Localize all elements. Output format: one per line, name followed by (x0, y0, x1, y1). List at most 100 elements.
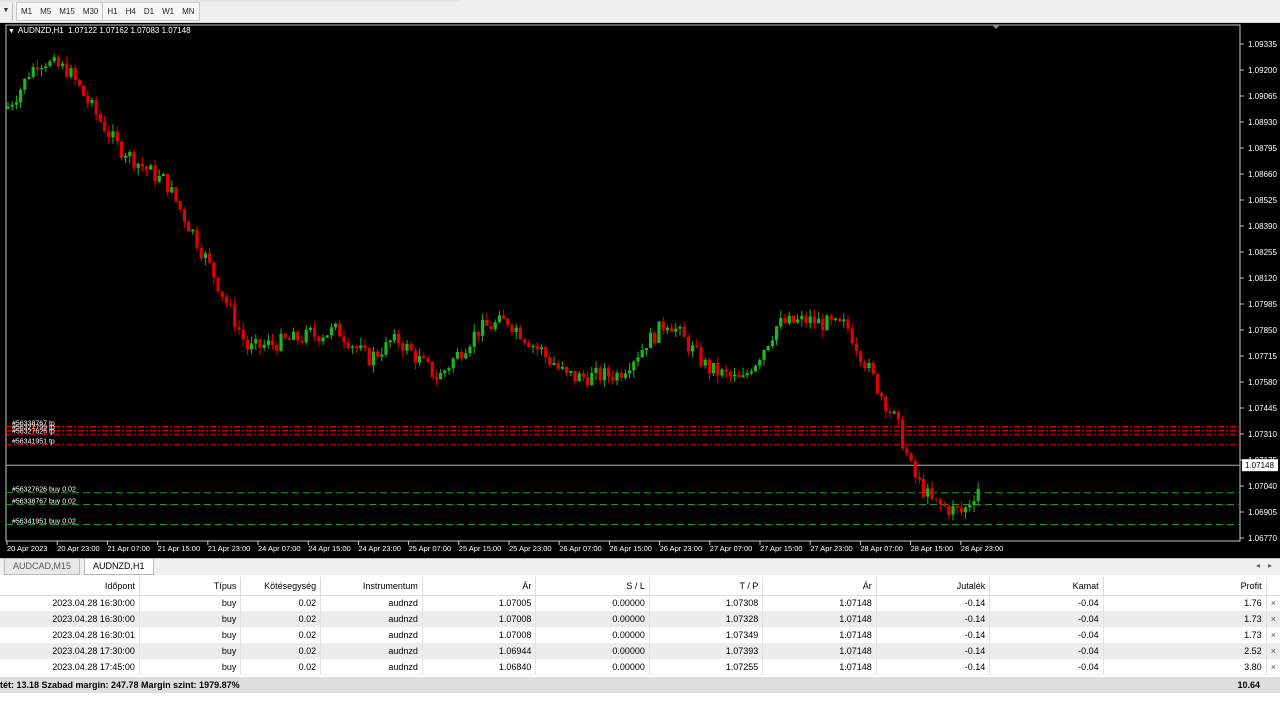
bull-candle (560, 366, 564, 369)
bull-candle (44, 66, 48, 69)
timeframe-button-m5[interactable]: M5 (36, 3, 55, 20)
col-profit[interactable]: Profit (1103, 577, 1267, 596)
cell-profit: 3.80 (1103, 659, 1267, 675)
position-row[interactable]: 2023.04.28 16:30:00 buy 0.02 audnzd 1.07008 0… (0, 611, 1280, 627)
bull-candle (321, 337, 325, 342)
price-axis-label: 1.07715 (1248, 352, 1277, 361)
cell-profit: 2.52 (1103, 643, 1267, 659)
bull-candle (157, 175, 161, 182)
bull-candle (733, 374, 737, 377)
bear-candle (695, 345, 699, 347)
bear-candle (930, 488, 934, 499)
timeframe-button-w1[interactable]: W1 (158, 3, 178, 20)
bear-candle (258, 339, 262, 348)
bear-candle (838, 318, 842, 322)
timeframe-button-m30[interactable]: M30 (79, 3, 103, 20)
tab-scroll-right-icon[interactable]: ▸ (1268, 561, 1272, 570)
price-axis-label: 1.08795 (1248, 144, 1277, 153)
bear-candle (829, 315, 833, 320)
chart-shift-marker-icon[interactable] (992, 25, 1000, 29)
cell-volume: 0.02 (240, 595, 322, 611)
bear-candle (245, 339, 249, 350)
close-position-icon[interactable]: × (1266, 627, 1280, 643)
col-volume[interactable]: Kötésegység (240, 577, 322, 596)
col-symbol[interactable]: Instrumentum (320, 577, 423, 596)
bear-candle (212, 262, 216, 278)
timeframe-button-d1[interactable]: D1 (140, 3, 158, 20)
chart-canvas[interactable]: 1.09335 1.09200 1.09065 1.08930 1.08795 1.086… (0, 23, 1280, 558)
position-row[interactable]: 2023.04.28 16:30:00 buy 0.02 audnzd 1.07005 0… (0, 595, 1280, 611)
bear-candle (661, 321, 665, 331)
chart-ohlc: 1.07122 1.07162 1.07083 1.07148 (68, 26, 191, 35)
col-commission[interactable]: Jutalék (876, 577, 991, 596)
cell-open-price: 1.06944 (422, 643, 537, 659)
bear-candle (728, 371, 732, 377)
bear-candle (913, 460, 917, 478)
timeframe-button-h4[interactable]: H4 (122, 3, 140, 20)
bull-candle (972, 501, 976, 506)
tab-audcad-m15[interactable]: AUDCAD,M15 (4, 559, 81, 575)
price-axis-label: 1.08525 (1248, 196, 1277, 205)
tab-scroll-left-icon[interactable]: ◂ (1256, 561, 1260, 570)
close-position-icon[interactable]: × (1266, 643, 1280, 659)
price-axis-label: 1.07310 (1248, 430, 1277, 439)
cell-tp: 1.07308 (649, 595, 764, 611)
bull-candle (31, 67, 35, 77)
col-sl[interactable]: S / L (535, 577, 650, 596)
timeframe-button-m15[interactable]: M15 (55, 3, 79, 20)
bull-candle (779, 317, 783, 327)
timeframe-button-h1[interactable]: H1 (102, 3, 121, 20)
toolbar-dropdown-arrow-icon[interactable]: ▼ (1, 3, 11, 19)
col-open-price[interactable]: Ár (422, 577, 537, 596)
bear-candle (119, 141, 123, 158)
bull-candle (623, 373, 627, 378)
bear-candle (699, 346, 703, 366)
bear-candle (220, 291, 224, 297)
timeframe-button-mn[interactable]: MN (178, 3, 198, 20)
close-position-icon[interactable]: × (1266, 659, 1280, 675)
close-position-icon[interactable]: × (1266, 611, 1280, 627)
price-axis-label: 1.07580 (1248, 378, 1277, 387)
cell-symbol: audnzd (320, 659, 423, 675)
bull-candle (493, 322, 497, 330)
cell-open-price: 1.07005 (422, 595, 537, 611)
chart-menu-triangle-icon[interactable]: ▼ (8, 28, 15, 35)
position-row[interactable]: 2023.04.28 16:30:01 buy 0.02 audnzd 1.07008 0… (0, 627, 1280, 643)
position-row[interactable]: 2023.04.28 17:30:00 buy 0.02 audnzd 1.06944 0… (0, 643, 1280, 659)
bull-candle (371, 351, 375, 366)
position-row[interactable]: 2023.04.28 17:45:00 buy 0.02 audnzd 1.06840 0… (0, 659, 1280, 675)
bear-candle (485, 319, 489, 326)
bull-candle (968, 505, 972, 508)
bull-candle (128, 152, 132, 156)
bull-candle (602, 368, 606, 381)
price-chart[interactable]: 1.09335 1.09200 1.09065 1.08930 1.08795 1.086… (0, 23, 1280, 558)
bull-candle (14, 102, 18, 105)
cell-tp: 1.07328 (649, 611, 764, 627)
col-type[interactable]: Típus (139, 577, 242, 596)
bull-candle (964, 507, 968, 513)
col-swap[interactable]: Kamat (989, 577, 1104, 596)
bull-candle (649, 332, 653, 349)
bear-candle (959, 507, 963, 513)
time-axis-label: 25 Apr 07:00 (409, 544, 452, 553)
col-current-price[interactable]: Ár (762, 577, 877, 596)
tab-audnzd-h1[interactable]: AUDNZD,H1 (84, 559, 154, 575)
bear-candle (166, 174, 170, 193)
bull-candle (455, 352, 459, 359)
bull-candle (762, 350, 766, 361)
bull-candle (951, 506, 955, 515)
bear-candle (397, 333, 401, 344)
bear-candle (430, 361, 434, 378)
time-axis-label: 20 Apr 23:00 (57, 544, 100, 553)
col-tp[interactable]: T / P (649, 577, 764, 596)
bull-candle (775, 326, 779, 341)
bull-candle (90, 100, 94, 104)
timeframe-button-m1[interactable]: M1 (17, 3, 36, 20)
col-time[interactable]: Időpont (0, 577, 140, 596)
bull-candle (304, 329, 308, 343)
close-position-icon[interactable]: × (1266, 595, 1280, 611)
bull-candle (392, 333, 396, 341)
cell-current-price: 1.07148 (762, 627, 877, 643)
bull-candle (359, 345, 363, 349)
bear-candle (107, 131, 111, 138)
